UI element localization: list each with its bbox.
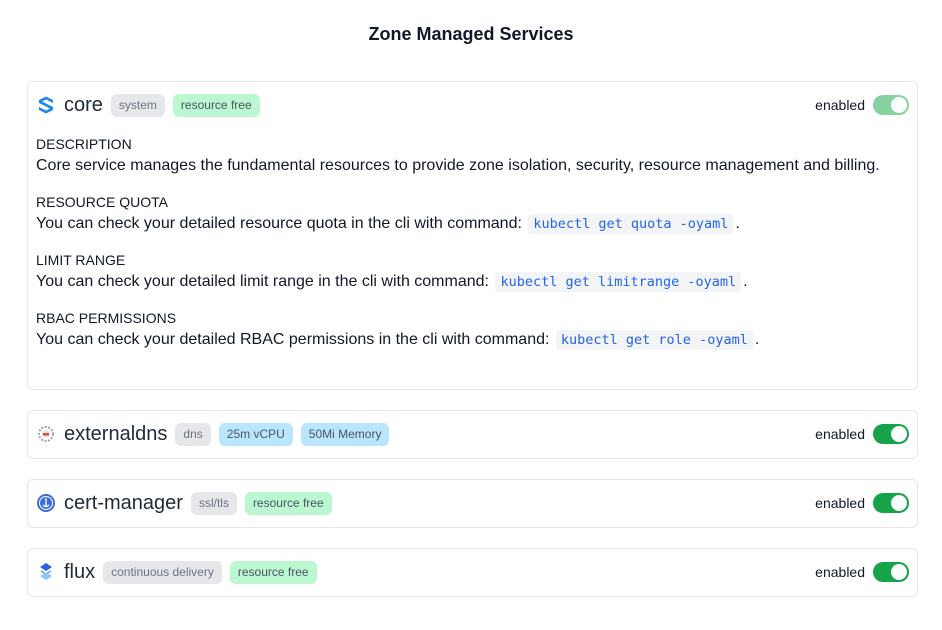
section-limit-range: LIMIT RANGE You can check your detailed …: [36, 252, 909, 293]
service-name: cert-manager: [64, 491, 183, 514]
section-text: You can check your detailed RBAC permiss…: [36, 331, 550, 348]
enable-toggle-group: enabled: [815, 95, 909, 115]
section-title: DESCRIPTION: [36, 136, 132, 152]
service-name: core: [64, 93, 103, 116]
command-code: kubectl get limitrange -oyaml: [495, 272, 742, 292]
punctuation: .: [754, 331, 760, 348]
flux-logo-icon: [36, 562, 56, 582]
toggle-knob: [891, 426, 907, 442]
page-title: Zone Managed Services: [368, 24, 574, 44]
service-header: cert-manager ssl/tls resource free enabl…: [28, 480, 917, 526]
badge: resource free: [229, 560, 317, 584]
badge: resource free: [172, 93, 260, 117]
service-name: externaldns: [64, 422, 168, 445]
toggle-knob: [891, 97, 907, 113]
section-text: You can check your detailed resource quo…: [36, 215, 522, 232]
punctuation: .: [735, 215, 740, 232]
badge: continuous delivery: [103, 560, 222, 584]
service-card-flux: flux continuous delivery resource free e…: [27, 548, 918, 597]
badge: resource free: [244, 491, 332, 515]
enable-toggle[interactable]: [873, 562, 909, 582]
service-name: flux: [64, 560, 96, 583]
section-resource-quota: RESOURCE QUOTA You can check your detail…: [36, 194, 909, 235]
badge: 50Mi Memory: [300, 422, 390, 446]
service-header: core system resource free enabled: [28, 82, 917, 128]
enable-toggle[interactable]: [873, 424, 909, 444]
toggle-label: enabled: [815, 97, 865, 113]
cert-manager-logo-icon: [36, 493, 56, 513]
service-details: DESCRIPTION Core service manages the fun…: [28, 128, 917, 361]
toggle-knob: [891, 564, 907, 580]
section-text: Core service manages the fundamental res…: [36, 157, 880, 174]
punctuation: .: [743, 273, 748, 290]
command-code: kubectl get quota -oyaml: [528, 214, 734, 234]
command-code: kubectl get role -oyaml: [555, 330, 753, 350]
service-header: externaldns dns 25m vCPU 50Mi Memory ena…: [28, 411, 917, 457]
service-header: flux continuous delivery resource free e…: [28, 549, 917, 595]
badge: dns: [175, 422, 211, 446]
section-rbac-permissions: RBAC PERMISSIONS You can check your deta…: [36, 310, 909, 351]
enable-toggle[interactable]: [873, 493, 909, 513]
badge: system: [110, 93, 165, 117]
section-title: RESOURCE QUOTA: [36, 194, 168, 210]
service-card-core: core system resource free enabled DESCRI…: [27, 81, 918, 390]
core-logo-icon: [36, 95, 56, 115]
toggle-knob: [891, 495, 907, 511]
section-description: DESCRIPTION Core service manages the fun…: [36, 136, 909, 177]
toggle-label: enabled: [815, 495, 865, 511]
enable-toggle-group: enabled: [815, 562, 909, 582]
toggle-label: enabled: [815, 426, 865, 442]
enable-toggle-group: enabled: [815, 493, 909, 513]
enable-toggle-group: enabled: [815, 424, 909, 444]
section-text: You can check your detailed limit range …: [36, 273, 489, 290]
service-card-cert-manager: cert-manager ssl/tls resource free enabl…: [27, 479, 918, 528]
section-title: RBAC PERMISSIONS: [36, 310, 177, 326]
enable-toggle[interactable]: [873, 95, 909, 115]
service-card-externaldns: externaldns dns 25m vCPU 50Mi Memory ena…: [27, 410, 918, 459]
section-title: LIMIT RANGE: [36, 252, 126, 268]
badge: ssl/tls: [190, 491, 237, 515]
externaldns-logo-icon: [36, 424, 56, 444]
badge: 25m vCPU: [218, 422, 293, 446]
toggle-label: enabled: [815, 564, 865, 580]
